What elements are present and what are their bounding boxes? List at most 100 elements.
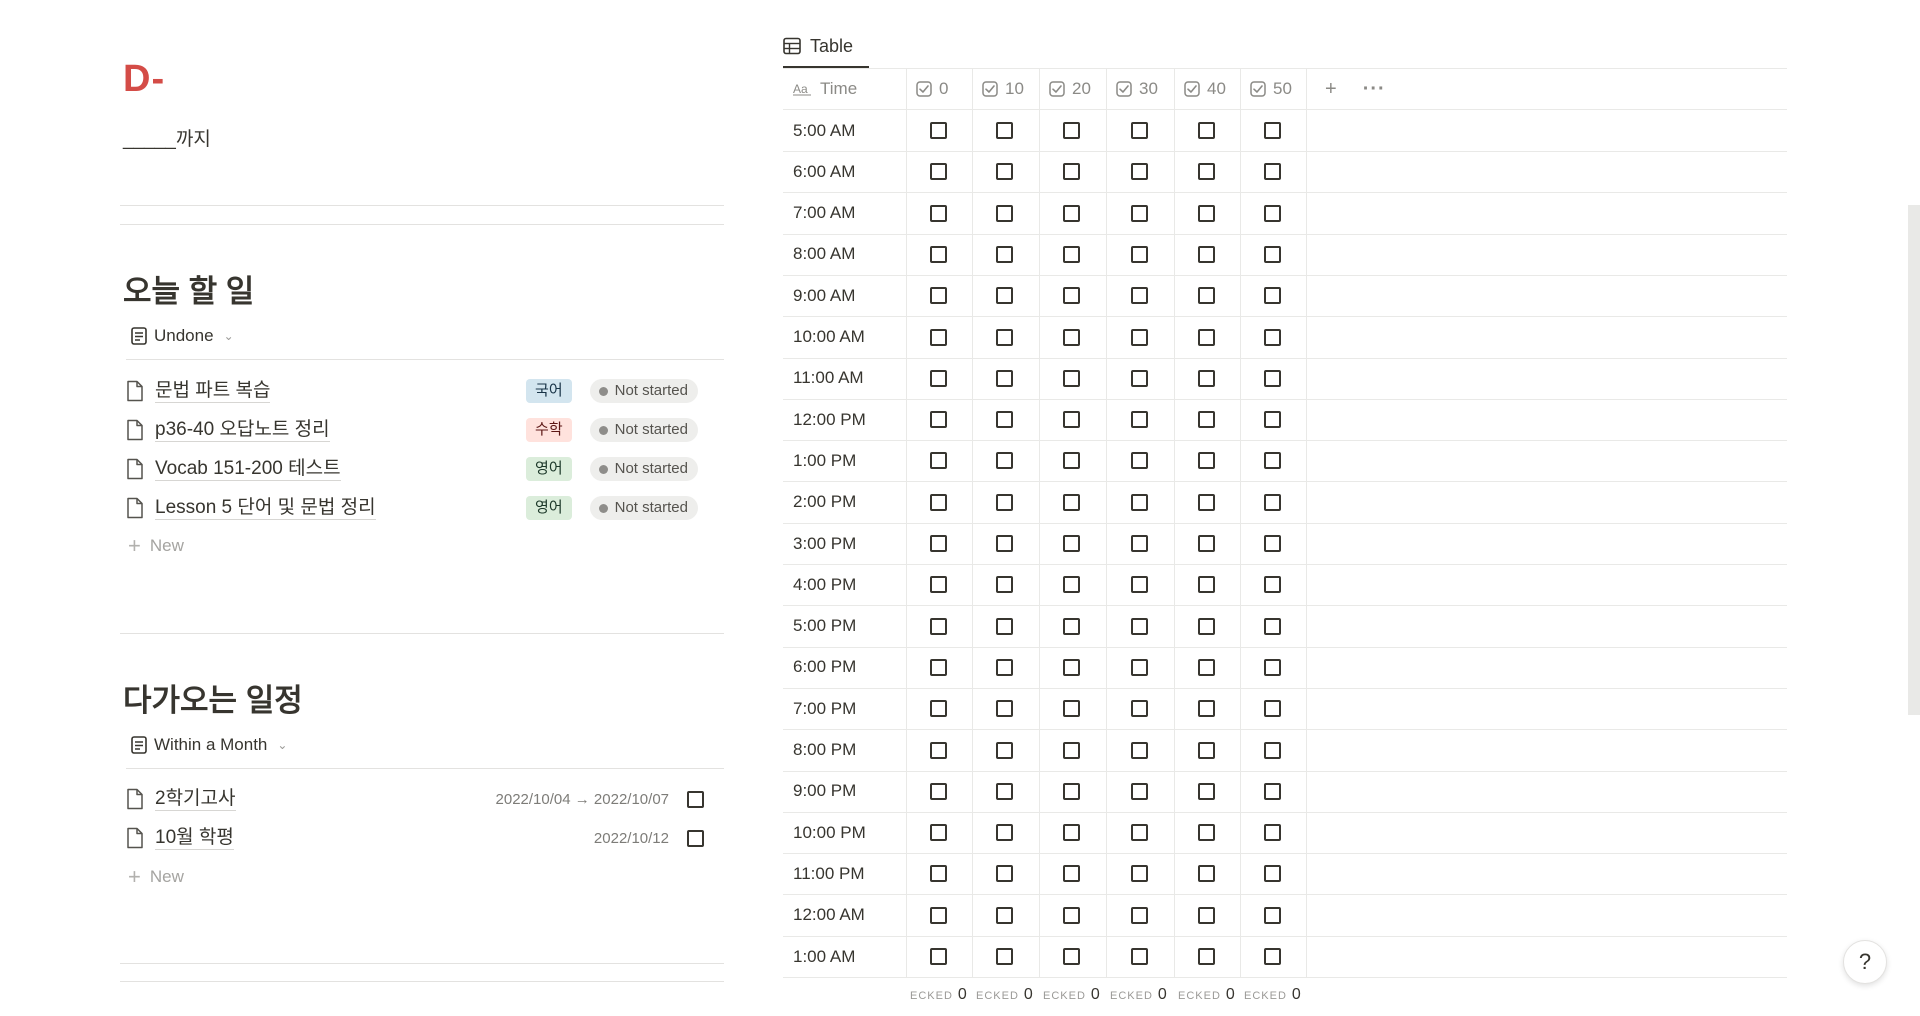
time-cell[interactable]: 6:00 AM: [783, 151, 907, 193]
checkbox[interactable]: [929, 782, 947, 800]
calculation-cell[interactable]: ECKED 0: [1244, 986, 1301, 1004]
checkbox[interactable]: [1263, 617, 1281, 635]
calculation-cell[interactable]: ECKED 0: [1178, 986, 1235, 1004]
checkbox[interactable]: [929, 535, 947, 552]
column-header[interactable]: 10: [973, 69, 1040, 109]
checkbox[interactable]: [996, 576, 1013, 594]
item-title[interactable]: Vocab 151-200 테스트: [155, 458, 341, 481]
checkbox[interactable]: [1063, 452, 1080, 470]
checkbox[interactable]: [929, 658, 947, 676]
checkbox[interactable]: [1130, 287, 1148, 305]
checkbox[interactable]: [929, 411, 947, 429]
checkbox[interactable]: [1197, 700, 1215, 718]
column-header[interactable]: 30: [1107, 69, 1175, 109]
item-title[interactable]: 2학기고사: [155, 788, 236, 811]
checkbox[interactable]: [1263, 122, 1281, 139]
time-cell[interactable]: 12:00 PM: [783, 399, 907, 441]
today-view-selector[interactable]: Undone ⌄: [131, 322, 234, 350]
checkbox[interactable]: [996, 865, 1013, 883]
time-cell[interactable]: 8:00 AM: [783, 233, 907, 275]
checkbox[interactable]: [1130, 369, 1148, 387]
list-item[interactable]: p36-40 오답노트 정리 수학 Not started: [126, 411, 714, 449]
checkbox[interactable]: [1263, 824, 1281, 842]
checkbox[interactable]: [1130, 576, 1148, 594]
list-item[interactable]: Vocab 151-200 테스트 영어 Not started: [126, 450, 714, 488]
item-title[interactable]: Lesson 5 단어 및 문법 정리: [155, 497, 376, 520]
time-cell[interactable]: 7:00 AM: [783, 192, 907, 234]
item-title[interactable]: 문법 파트 복습: [155, 380, 271, 403]
checkbox[interactable]: [1197, 535, 1215, 552]
checkbox[interactable]: [996, 204, 1013, 222]
checkbox[interactable]: [1197, 245, 1215, 263]
checkbox[interactable]: [1197, 782, 1215, 800]
add-column-icon[interactable]: +: [1325, 78, 1337, 101]
checkbox[interactable]: [1263, 535, 1281, 552]
checkbox[interactable]: [929, 493, 947, 511]
checkbox[interactable]: [996, 328, 1013, 346]
checkbox[interactable]: [1130, 782, 1148, 800]
time-cell[interactable]: 9:00 PM: [783, 770, 907, 812]
checkbox[interactable]: [996, 824, 1013, 842]
checkbox[interactable]: [1263, 411, 1281, 429]
checkbox[interactable]: [1197, 287, 1215, 305]
checkbox[interactable]: [1063, 576, 1080, 594]
time-cell[interactable]: 1:00 AM: [783, 936, 907, 977]
checkbox[interactable]: [1063, 700, 1080, 718]
scrollbar[interactable]: [1908, 205, 1920, 715]
checkbox[interactable]: [929, 576, 947, 594]
checkbox[interactable]: [1197, 617, 1215, 635]
checkbox[interactable]: [929, 163, 947, 181]
checkbox[interactable]: [1130, 906, 1148, 924]
more-options-icon[interactable]: ···: [1363, 78, 1386, 101]
checkbox[interactable]: [1263, 741, 1281, 759]
time-cell[interactable]: 12:00 AM: [783, 894, 907, 936]
checkbox[interactable]: [929, 865, 947, 883]
list-item[interactable]: 10월 학평 2022/10/12: [126, 819, 714, 857]
calculation-cell[interactable]: ECKED 0: [910, 986, 967, 1004]
checkbox[interactable]: [1063, 163, 1080, 181]
checkbox[interactable]: [1197, 163, 1215, 181]
time-cell[interactable]: 11:00 PM: [783, 853, 907, 895]
checkbox[interactable]: [1063, 741, 1080, 759]
checkbox[interactable]: [1130, 163, 1148, 181]
checkbox[interactable]: [1130, 493, 1148, 511]
checkbox[interactable]: [996, 287, 1013, 305]
time-cell[interactable]: 1:00 PM: [783, 440, 907, 482]
checkbox[interactable]: [1130, 204, 1148, 222]
column-header[interactable]: 20: [1040, 69, 1107, 109]
calculation-cell[interactable]: ECKED 0: [1043, 986, 1100, 1004]
list-item[interactable]: Lesson 5 단어 및 문법 정리 영어 Not started: [126, 489, 714, 527]
checkbox[interactable]: [1197, 328, 1215, 346]
checkbox[interactable]: [1197, 452, 1215, 470]
checkbox[interactable]: [996, 906, 1013, 924]
checkbox[interactable]: [929, 369, 947, 387]
checkbox[interactable]: [996, 163, 1013, 181]
checkbox[interactable]: [996, 782, 1013, 800]
list-item[interactable]: 2학기고사 2022/10/04 → 2022/10/07: [126, 780, 714, 818]
checkbox[interactable]: [1197, 824, 1215, 842]
checkbox[interactable]: [1130, 411, 1148, 429]
checkbox[interactable]: [1130, 328, 1148, 346]
time-cell[interactable]: 10:00 AM: [783, 316, 907, 358]
list-item[interactable]: 문법 파트 복습 국어 Not started: [126, 372, 714, 410]
checkbox[interactable]: [1063, 369, 1080, 387]
checkbox[interactable]: [929, 204, 947, 222]
checkbox[interactable]: [929, 741, 947, 759]
checkbox[interactable]: [1130, 741, 1148, 759]
help-button[interactable]: ?: [1843, 940, 1887, 984]
checkbox[interactable]: [1263, 369, 1281, 387]
checkbox[interactable]: [1130, 617, 1148, 635]
checkbox[interactable]: [929, 617, 947, 635]
time-cell[interactable]: 3:00 PM: [783, 523, 907, 564]
item-title[interactable]: 10월 학평: [155, 827, 234, 850]
checkbox[interactable]: [996, 617, 1013, 635]
checkbox[interactable]: [1197, 658, 1215, 676]
time-cell[interactable]: 5:00 PM: [783, 605, 907, 647]
checkbox[interactable]: [996, 658, 1013, 676]
checkbox[interactable]: [996, 948, 1013, 965]
checkbox[interactable]: [929, 245, 947, 263]
checkbox[interactable]: [1063, 782, 1080, 800]
checkbox[interactable]: [929, 948, 947, 965]
time-cell[interactable]: 6:00 PM: [783, 646, 907, 688]
checkbox[interactable]: [1130, 122, 1148, 139]
